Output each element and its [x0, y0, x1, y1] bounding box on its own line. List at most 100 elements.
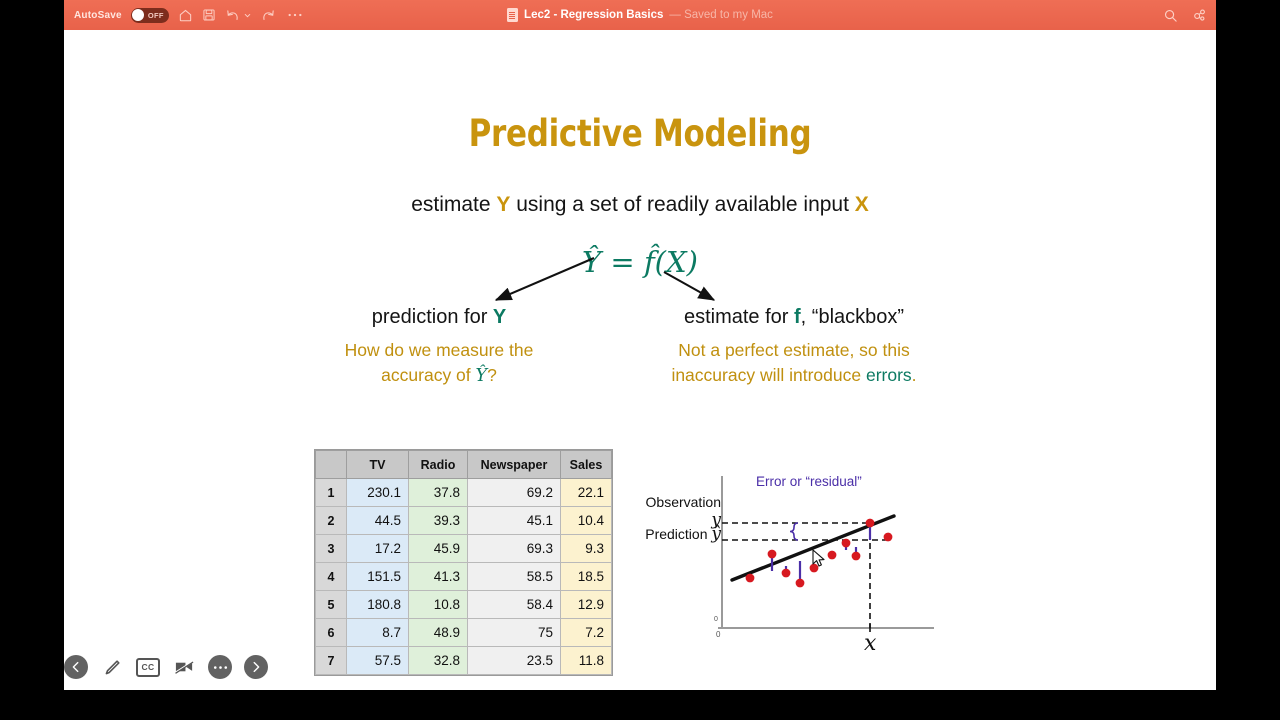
- table-row-index: 5: [315, 590, 347, 619]
- branch-right-note: Not a perfect estimate, so this inaccura…: [626, 338, 962, 388]
- subtitle-part2: using a set of readily available input: [510, 193, 855, 216]
- table-row: 2 44.5 39.3 45.1 10.4: [315, 506, 612, 535]
- x-axis-label: x: [864, 631, 877, 656]
- residual-diagram: Observation y Prediction ŷ Error or “res…: [642, 468, 942, 668]
- save-icon[interactable]: [202, 8, 216, 22]
- branch-right-note-line1: Not a perfect estimate, so this: [678, 340, 910, 360]
- collaborate-icon[interactable]: [1192, 8, 1207, 23]
- observation-label: Observation: [645, 494, 721, 510]
- data-point: [841, 538, 851, 548]
- undo-icon[interactable]: [225, 7, 241, 23]
- branch-left-note-var: Ŷ: [475, 365, 488, 386]
- table-cell-newspaper: 75: [467, 618, 561, 647]
- camera-off-button[interactable]: [172, 655, 196, 679]
- save-status: — Saved to my Mac: [669, 9, 773, 21]
- table-cell-newspaper: 58.5: [467, 562, 561, 591]
- table-row-index: 1: [315, 478, 347, 507]
- branch-left-heading: prediction for Y: [324, 306, 554, 329]
- table-header: TV Radio Newspaper Sales: [315, 450, 612, 479]
- formula-operator: =: [610, 245, 635, 279]
- table-col-header-radio: Radio: [408, 450, 468, 479]
- table-cell-tv: 44.5: [346, 506, 409, 535]
- previous-slide-button[interactable]: [64, 655, 88, 679]
- table-cell-newspaper: 58.4: [467, 590, 561, 619]
- autosave-toggle[interactable]: OFF: [130, 7, 169, 23]
- presenter-toolbar: CC: [64, 655, 268, 679]
- subtitle-part1: estimate: [411, 193, 497, 216]
- slide-canvas: Predictive Modeling estimate Y using a s…: [64, 30, 1216, 690]
- table-body: 1 230.1 37.8 69.2 22.1 2 44.5 39.3 45.1 10.4 3 17.2…: [315, 478, 612, 675]
- advertising-data-table: TV Radio Newspaper Sales 1 230.1 37.8 69.2 2…: [315, 450, 612, 675]
- search-icon[interactable]: [1163, 8, 1178, 23]
- table-cell-tv: 230.1: [346, 478, 409, 507]
- subtitle-var-y: Y: [496, 193, 511, 216]
- autosave-label: AutoSave: [74, 9, 122, 21]
- screen: AutoSave OFF Lec2 - Regression Basics — …: [0, 0, 1280, 720]
- table-cell-sales: 18.5: [560, 562, 612, 591]
- captions-button[interactable]: CC: [136, 655, 160, 679]
- branch-right-heading-prefix: estimate for: [683, 306, 794, 328]
- arrow-left-icon: [72, 661, 79, 673]
- table-cell-newspaper: 45.1: [467, 506, 561, 535]
- formula-expression: Ŷ = f̂(X): [64, 245, 1216, 279]
- next-slide-button[interactable]: [244, 655, 268, 679]
- residual-brace: [789, 522, 799, 541]
- table-cell-radio: 39.3: [408, 506, 468, 535]
- autosave-toggle-knob: [132, 9, 145, 21]
- data-point: [827, 550, 837, 560]
- formula-lhs: Ŷ: [582, 245, 602, 279]
- table-cell-radio: 45.9: [408, 534, 468, 563]
- branch-right-heading-suffix: , “blackbox”: [800, 306, 905, 328]
- branch-left-note-line2-suffix: ?: [487, 364, 497, 385]
- undo-dropdown-icon[interactable]: [244, 12, 251, 19]
- table-row: 5 180.8 10.8 58.4 12.9: [315, 590, 612, 619]
- data-point: [795, 578, 805, 588]
- table-cell-radio: 32.8: [408, 646, 468, 675]
- ellipsis-icon: [213, 665, 227, 669]
- table-row-index: 6: [315, 618, 347, 647]
- cc-icon: CC: [136, 657, 160, 677]
- branch-right-heading: estimate for f, “blackbox”: [634, 306, 954, 329]
- prediction-var: ŷ: [711, 524, 721, 544]
- data-point: [767, 549, 777, 559]
- more-icon[interactable]: [287, 12, 303, 18]
- data-point: [883, 532, 893, 542]
- origin-axis-mark: 0: [714, 616, 718, 623]
- home-icon[interactable]: [178, 8, 193, 23]
- table-row-index: 4: [315, 562, 347, 591]
- table-cell-sales: 11.8: [560, 646, 612, 675]
- table-cell-radio: 48.9: [408, 618, 468, 647]
- table-cell-tv: 180.8: [346, 590, 409, 619]
- branch-left-heading-var: Y: [492, 306, 507, 328]
- powerpoint-window: AutoSave OFF Lec2 - Regression Basics — …: [64, 0, 1216, 690]
- table-cell-newspaper: 23.5: [467, 646, 561, 675]
- branch-left-note-line2-prefix: accuracy of: [381, 364, 476, 385]
- pen-tool-button[interactable]: [100, 655, 124, 679]
- table-cell-tv: 151.5: [346, 562, 409, 591]
- table-row-index: 7: [315, 646, 347, 675]
- title-bar: AutoSave OFF Lec2 - Regression Basics — …: [64, 0, 1216, 30]
- table-cell-radio: 37.8: [408, 478, 468, 507]
- table-header-row: TV Radio Newspaper Sales: [315, 450, 612, 479]
- table-row: 4 151.5 41.3 58.5 18.5: [315, 562, 612, 591]
- document-title: Lec2 - Regression Basics: [524, 9, 664, 21]
- branch-right-heading-var: f: [794, 306, 801, 328]
- table-cell-sales: 22.1: [560, 478, 612, 507]
- branch-right-note-line2-prefix: inaccuracy will introduce: [671, 364, 866, 385]
- redo-icon[interactable]: [260, 7, 276, 23]
- more-options-button[interactable]: [208, 655, 232, 679]
- table-cell-radio: 10.8: [408, 590, 468, 619]
- table-row-index: 2: [315, 506, 347, 535]
- branch-left-heading-prefix: prediction for: [371, 306, 493, 328]
- table-row: 3 17.2 45.9 69.3 9.3: [315, 534, 612, 563]
- subtitle-line: estimate Y using a set of readily availa…: [64, 193, 1216, 217]
- table-col-header-newspaper: Newspaper: [467, 450, 561, 479]
- table-row: 7 57.5 32.8 23.5 11.8: [315, 646, 612, 675]
- document-icon: [507, 8, 519, 22]
- residual-annotation: Error or “residual”: [756, 474, 862, 489]
- table-row: 1 230.1 37.8 69.2 22.1: [315, 478, 612, 507]
- data-point: [745, 573, 755, 583]
- table-cell-radio: 41.3: [408, 562, 468, 591]
- formula-rhs-arg: (X): [654, 245, 698, 279]
- table-cell-sales: 12.9: [560, 590, 612, 619]
